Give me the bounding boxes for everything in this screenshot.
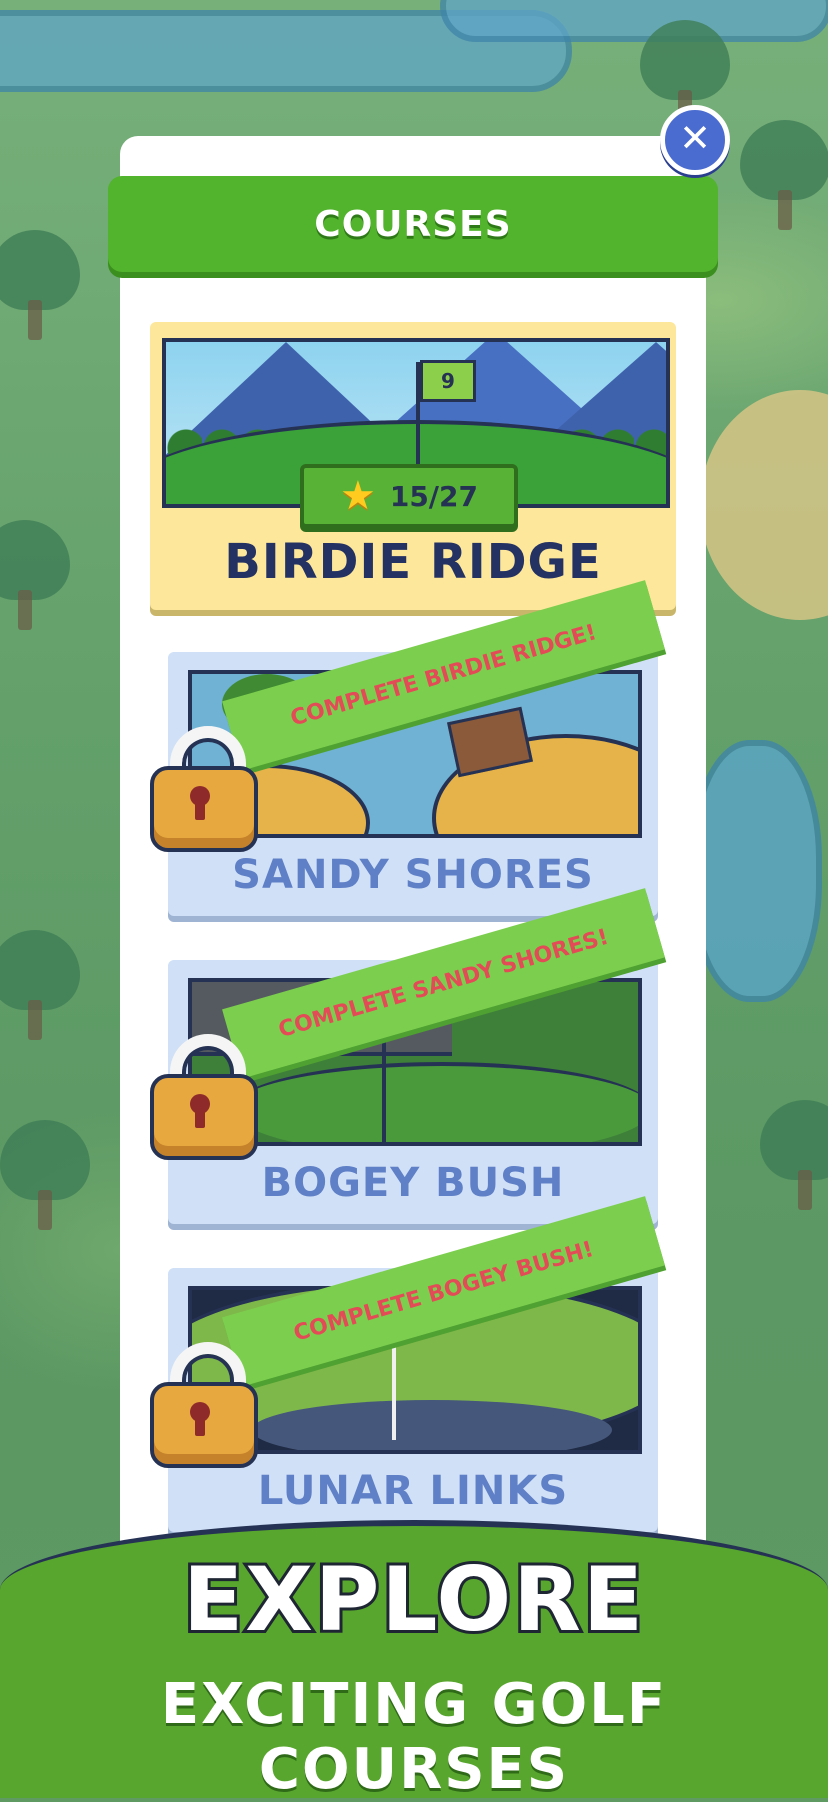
tree (0, 230, 80, 350)
star-count: 15/27 (389, 479, 478, 513)
course-title: BOGEY BUSH (261, 1160, 565, 1206)
close-icon: ✕ (679, 116, 711, 160)
lock-icon (150, 1342, 258, 1468)
course-title: LUNAR LINKS (257, 1468, 569, 1514)
star-icon: ★ (339, 473, 376, 519)
course-title: SANDY SHORES (232, 852, 594, 898)
promo-headline: EXPLORE (180, 1545, 646, 1654)
river (440, 0, 828, 42)
course-title: BIRDIE RIDGE (224, 534, 602, 590)
star-progress-banner: ★ 15/27 (280, 464, 538, 528)
lock-icon (150, 1034, 258, 1160)
tree (760, 1100, 828, 1220)
panel-header: COURSES (108, 176, 718, 272)
tree (0, 1120, 90, 1240)
close-button[interactable]: ✕ (660, 105, 730, 175)
lock-icon (150, 726, 258, 852)
tree (0, 930, 80, 1050)
tree (0, 520, 70, 640)
panel-title: COURSES (314, 203, 512, 245)
course-card-birdie-ridge[interactable]: 9 ★ 15/27 BIRDIE RIDGE (150, 322, 676, 610)
pond (690, 740, 822, 1002)
promo-subheadline: EXCITING GOLF COURSES (160, 1672, 668, 1802)
hole-flag: 9 (420, 360, 476, 402)
tree (740, 120, 828, 240)
